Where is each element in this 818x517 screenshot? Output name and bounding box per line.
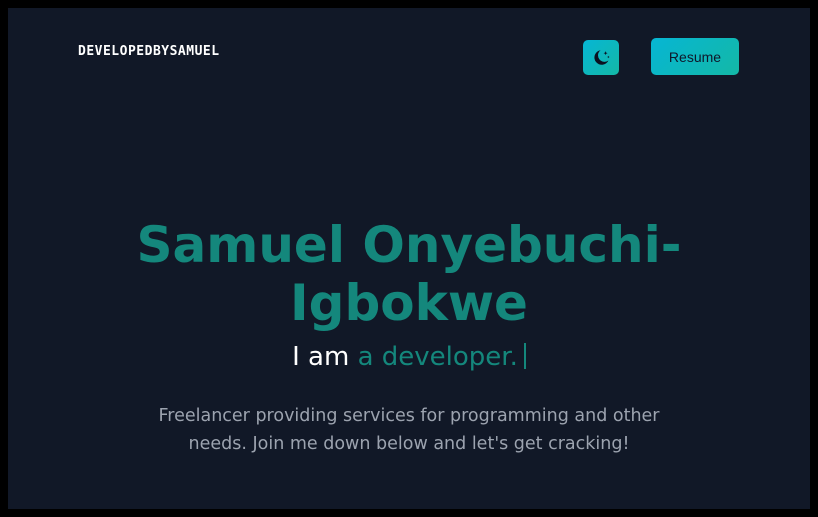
hero-section: Samuel Onyebuchi-Igbokwe I am a develope… bbox=[8, 216, 810, 458]
resume-button[interactable]: Resume bbox=[651, 38, 739, 75]
tagline: I am a developer. bbox=[8, 340, 810, 374]
intro-text: Freelancer providing services for progra… bbox=[158, 406, 660, 454]
moon-stars-icon bbox=[594, 49, 610, 65]
typing-cursor bbox=[523, 343, 526, 369]
brand-logo[interactable]: DEVELOPEDBYSAMUEL bbox=[78, 44, 220, 59]
tagline-prefix: I am bbox=[292, 342, 350, 372]
page: DEVELOPEDBYSAMUEL Resume Samuel Onyebuch… bbox=[8, 8, 810, 509]
hero-name: Samuel Onyebuchi-Igbokwe bbox=[136, 216, 682, 332]
tagline-typed-text: a developer. bbox=[357, 342, 518, 372]
theme-toggle-button[interactable] bbox=[583, 40, 619, 75]
